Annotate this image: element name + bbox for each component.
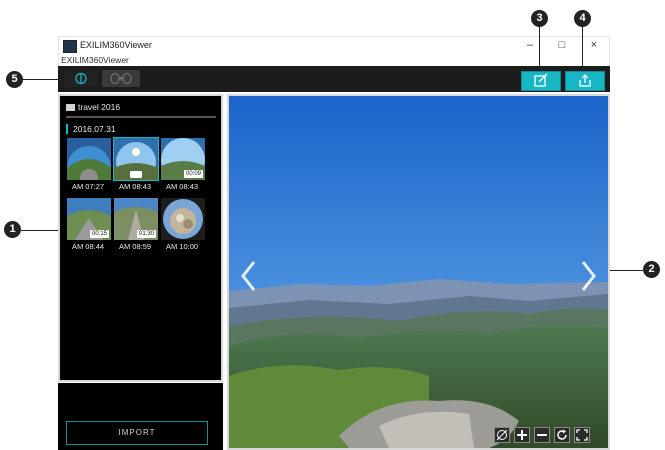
toolbar bbox=[58, 66, 610, 92]
edit-icon bbox=[534, 73, 548, 87]
callout-3: 3 bbox=[531, 10, 548, 27]
previous-image-button[interactable] bbox=[236, 256, 262, 296]
thumbnail-image bbox=[161, 198, 205, 240]
import-area: IMPORT bbox=[58, 383, 223, 450]
callout-1-leader bbox=[21, 230, 58, 231]
globe-icon bbox=[496, 429, 508, 441]
minus-icon bbox=[537, 434, 547, 436]
thumbnail-time: AM 08:59 bbox=[118, 242, 152, 251]
video-duration-badge: 00:09 bbox=[183, 170, 203, 178]
video-duration-badge: 01:30 bbox=[136, 230, 156, 238]
thumbnail[interactable]: 00:15 bbox=[66, 197, 112, 241]
zoom-out-button[interactable] bbox=[534, 427, 550, 443]
fullscreen-icon bbox=[576, 429, 588, 441]
callout-4-leader bbox=[582, 27, 583, 71]
callout-5-leader bbox=[23, 79, 73, 80]
thumbnail[interactable]: 00:09 bbox=[160, 137, 206, 181]
folder-divider bbox=[66, 116, 216, 118]
title-bar: EXILIM360Viewer – □ × bbox=[58, 36, 610, 55]
panorama-viewer[interactable] bbox=[227, 94, 610, 450]
import-button[interactable]: IMPORT bbox=[66, 421, 208, 445]
close-button[interactable]: × bbox=[585, 38, 603, 52]
thumbnail-image bbox=[67, 138, 111, 180]
callout-1: 1 bbox=[4, 221, 21, 238]
date-heading: 2016.07.31 bbox=[66, 124, 116, 134]
view-mode-button[interactable] bbox=[494, 427, 510, 443]
rotate-button[interactable] bbox=[554, 427, 570, 443]
thumbnail-time: AM 10:00 bbox=[165, 242, 199, 251]
thumbnail-time: AM 08:43 bbox=[118, 182, 152, 191]
folder-icon bbox=[66, 104, 75, 111]
thumbnail-image bbox=[114, 138, 158, 180]
thumbnail-time: AM 07:27 bbox=[71, 182, 105, 191]
file-browser-panel: travel 2016 2016.07.31 00:09 AM 07:27 AM… bbox=[58, 94, 223, 382]
thumbnail-time: AM 08:43 bbox=[165, 182, 199, 191]
edit-button[interactable] bbox=[521, 71, 561, 91]
app-icon bbox=[63, 40, 77, 53]
panorama-image bbox=[229, 96, 608, 448]
callout-2: 2 bbox=[643, 261, 660, 278]
maximize-button[interactable]: □ bbox=[553, 38, 571, 52]
thumbnail-time: AM 08:44 bbox=[71, 242, 105, 251]
folder-name: travel 2016 bbox=[78, 102, 121, 112]
dual-view-icon bbox=[110, 72, 132, 85]
next-image-button[interactable] bbox=[575, 256, 601, 296]
thumbnail[interactable] bbox=[113, 137, 159, 181]
share-button[interactable] bbox=[565, 71, 605, 91]
callout-3-leader bbox=[539, 27, 540, 71]
thumbnail[interactable] bbox=[66, 137, 112, 181]
callout-5: 5 bbox=[6, 71, 23, 88]
thumbnail[interactable] bbox=[160, 197, 206, 241]
fullscreen-button[interactable] bbox=[574, 427, 590, 443]
folder-row[interactable]: travel 2016 bbox=[66, 102, 120, 112]
window-title: EXILIM360Viewer bbox=[80, 40, 152, 50]
menu-app-label[interactable]: EXILIM360Viewer bbox=[61, 55, 129, 66]
dual-view-mode-button[interactable] bbox=[102, 70, 140, 87]
rotate-icon bbox=[557, 429, 567, 440]
video-duration-badge: 00:15 bbox=[89, 230, 109, 238]
chevron-right-icon bbox=[581, 261, 596, 291]
callout-4: 4 bbox=[574, 10, 591, 27]
minimize-button[interactable]: – bbox=[521, 38, 539, 52]
menu-bar: EXILIM360Viewer bbox=[58, 55, 610, 66]
share-icon bbox=[579, 74, 591, 87]
plus-icon bbox=[517, 430, 527, 440]
chevron-left-icon bbox=[241, 261, 256, 291]
zoom-in-button[interactable] bbox=[514, 427, 530, 443]
callout-2-leader bbox=[610, 270, 643, 271]
thumbnail[interactable]: 01:30 bbox=[113, 197, 159, 241]
